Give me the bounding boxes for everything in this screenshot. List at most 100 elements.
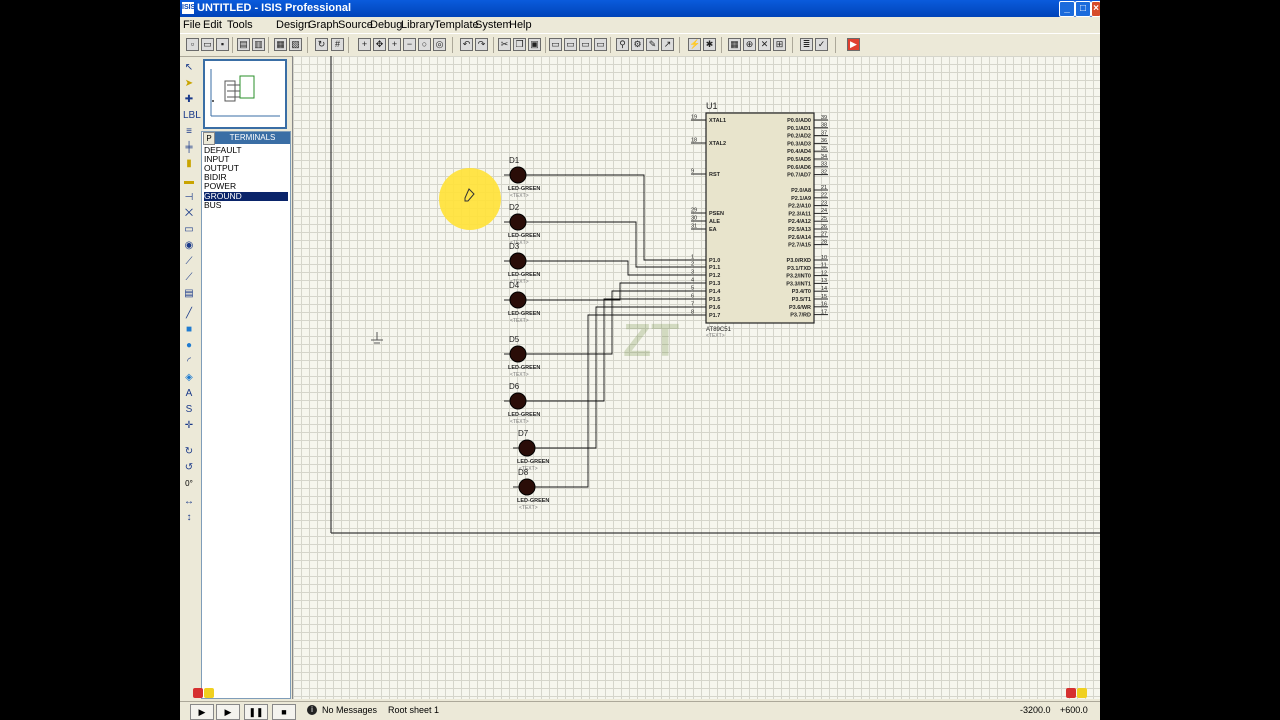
menu-edit[interactable]: Edit	[203, 19, 222, 31]
terminal-item-power[interactable]: POWER	[204, 182, 288, 191]
layer-yellow-icon[interactable]	[204, 688, 214, 698]
decompose-icon[interactable]: ✎	[646, 38, 659, 51]
junction-dot-icon[interactable]: ✚	[183, 94, 195, 105]
menu-library[interactable]: Library	[401, 19, 435, 31]
led-d1[interactable]: D1 LED-GREEN<TEXT>	[504, 156, 540, 199]
remove-sheet-icon[interactable]: ✕	[758, 38, 771, 51]
import-icon[interactable]: ▤	[237, 38, 250, 51]
terminals-mode-icon[interactable]: ▬	[183, 176, 195, 187]
make-device-icon[interactable]: ⚙	[631, 38, 644, 51]
copy-icon[interactable]: ❐	[513, 38, 526, 51]
step-icon[interactable]: ▶	[216, 704, 240, 720]
zoom-area-icon[interactable]: ◎	[433, 38, 446, 51]
new-file-icon[interactable]: ▫	[186, 38, 199, 51]
pick-mode-button[interactable]: P	[203, 132, 215, 145]
menu-graph[interactable]: Graph	[308, 19, 339, 31]
current-probe-icon[interactable]: ⟋	[183, 272, 195, 283]
menu-source[interactable]: Source	[338, 19, 373, 31]
bill-of-materials-icon[interactable]: ≣	[800, 38, 813, 51]
led-d4[interactable]: D4 LED-GREEN<TEXT>	[504, 281, 540, 324]
undo-icon[interactable]: ↶	[460, 38, 473, 51]
buses-icon[interactable]: ╪	[183, 142, 195, 153]
export-icon[interactable]: ▥	[252, 38, 265, 51]
tape-recorder-icon[interactable]: ▭	[183, 224, 195, 235]
refresh-icon[interactable]: ↻	[315, 38, 328, 51]
schematic-canvas[interactable]: ZT U1 AT89C51 <TEXT> 19 XTAL1 18 XTAL2 9 RST 2…	[292, 56, 1100, 699]
subcircuit-icon[interactable]: ▮	[183, 158, 195, 169]
netlist-to-ares-icon[interactable]: ▶	[847, 38, 860, 51]
rotate-cw-icon[interactable]: ↻	[183, 446, 195, 457]
minimize-button[interactable]: _	[1059, 1, 1075, 17]
selection-mode-icon[interactable]: ↖	[183, 62, 195, 73]
save-icon[interactable]: ▪	[216, 38, 229, 51]
text-tool-icon[interactable]: A	[183, 388, 195, 399]
print-icon[interactable]: ▦	[274, 38, 287, 51]
mcu-pin-name: P2.3/A11	[788, 211, 811, 217]
electrical-check-icon[interactable]: ✓	[815, 38, 828, 51]
terminal-item-bus[interactable]: BUS	[204, 201, 288, 210]
box-tool-icon[interactable]: ■	[183, 324, 195, 335]
origin-icon[interactable]: +	[358, 38, 371, 51]
paste-icon[interactable]: ▣	[528, 38, 541, 51]
line-tool-icon[interactable]: ╱	[183, 308, 195, 319]
package-tool-icon[interactable]: ↗	[661, 38, 674, 51]
cut-icon[interactable]: ✂	[498, 38, 511, 51]
wire-label-icon[interactable]: LBL	[183, 110, 201, 121]
messages-status[interactable]: No Messages	[322, 705, 377, 715]
redo-icon[interactable]: ↷	[475, 38, 488, 51]
mirror-vertical-icon[interactable]: ↕	[183, 512, 195, 523]
component-mode-icon[interactable]: ➤	[183, 78, 195, 89]
pick-device-icon[interactable]: ⚲	[616, 38, 629, 51]
open-folder-icon[interactable]: ▭	[201, 38, 214, 51]
mirror-horizontal-icon[interactable]: ↔	[183, 496, 195, 507]
menu-tools[interactable]: Tools	[227, 19, 253, 31]
stop-icon[interactable]: ■	[272, 704, 296, 720]
led-d5[interactable]: D5 LED-GREEN<TEXT>	[504, 335, 540, 378]
rotation-angle[interactable]: 0°	[183, 478, 195, 489]
new-sheet-icon[interactable]: ⊕	[743, 38, 756, 51]
path-tool-icon[interactable]: ◈	[183, 372, 195, 383]
zoom-in-icon[interactable]: +	[388, 38, 401, 51]
circle-tool-icon[interactable]: ●	[183, 340, 195, 351]
graph-mode-icon[interactable]: ⨉	[183, 208, 195, 219]
led-d3[interactable]: D3LED-GREEN<TEXT>	[504, 242, 540, 285]
search-tag-icon[interactable]: ✱	[703, 38, 716, 51]
led-d6[interactable]: D6 LED-GREEN<TEXT>	[504, 382, 540, 425]
overview-window[interactable]	[203, 59, 287, 129]
block-copy-icon[interactable]: ▭	[549, 38, 562, 51]
block-delete-icon[interactable]: ▭	[594, 38, 607, 51]
print-area-icon[interactable]: ▧	[289, 38, 302, 51]
grid-icon[interactable]: #	[331, 38, 344, 51]
menu-template[interactable]: Template	[434, 19, 479, 31]
menu-help[interactable]: Help	[509, 19, 532, 31]
menu-debug[interactable]: Debug	[370, 19, 402, 31]
voltage-probe-icon[interactable]: ⟋	[183, 256, 195, 267]
goto-child-icon[interactable]: ⊞	[773, 38, 786, 51]
pause-icon[interactable]: ❚❚	[244, 704, 268, 720]
block-rotate-icon[interactable]: ▭	[579, 38, 592, 51]
text-script-icon[interactable]: ≡	[183, 126, 195, 137]
maximize-button[interactable]: □	[1075, 1, 1091, 17]
pan-icon[interactable]: ✥	[373, 38, 386, 51]
generator-icon[interactable]: ◉	[183, 240, 195, 251]
play-icon[interactable]: ▶	[190, 704, 214, 720]
close-button[interactable]: ×	[1091, 1, 1100, 17]
led-d8[interactable]: D8 LED-GREEN<TEXT>	[513, 468, 549, 511]
block-move-icon[interactable]: ▭	[564, 38, 577, 51]
marker-tool-icon[interactable]: ✛	[183, 420, 195, 431]
virtual-instruments-icon[interactable]: ▤	[183, 288, 195, 299]
arc-tool-icon[interactable]: ◜	[183, 356, 195, 367]
property-tool-icon[interactable]: ▦	[728, 38, 741, 51]
led-d2[interactable]: D2LED-GREEN<TEXT>	[504, 203, 540, 246]
layer-red-icon[interactable]	[193, 688, 203, 698]
menu-file[interactable]: File	[183, 19, 201, 31]
wire-autorouter-icon[interactable]: ⚡	[688, 38, 701, 51]
rotate-ccw-icon[interactable]: ↺	[183, 462, 195, 473]
menu-system[interactable]: System	[475, 19, 512, 31]
zoom-all-icon[interactable]: ○	[418, 38, 431, 51]
menu-design[interactable]: Design	[276, 19, 310, 31]
zoom-out-icon[interactable]: −	[403, 38, 416, 51]
led-d7[interactable]: D7LED-GREEN<TEXT>	[513, 429, 549, 472]
device-pins-icon[interactable]: ⊣	[183, 192, 195, 203]
symbol-tool-icon[interactable]: S	[183, 404, 195, 415]
